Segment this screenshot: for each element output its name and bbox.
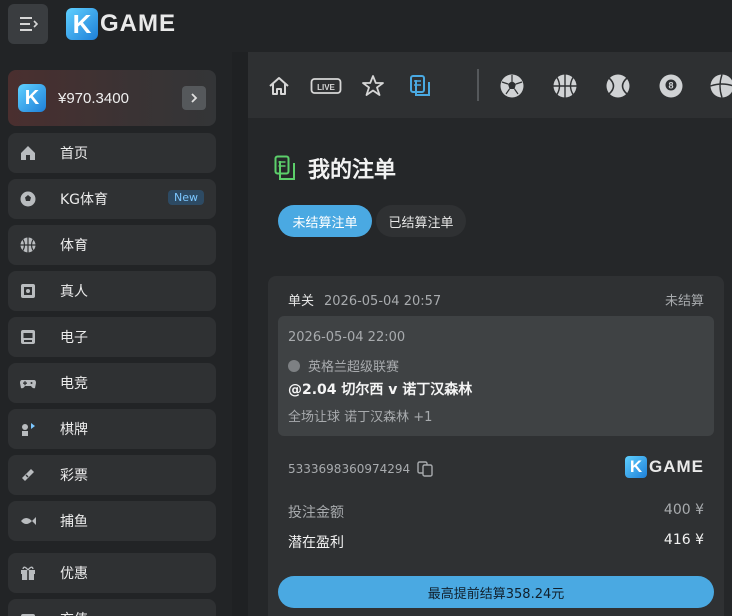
menu-button[interactable] (8, 4, 48, 44)
sidebar-item-label: 优惠 (60, 566, 88, 582)
fish-icon (18, 511, 38, 531)
page-title-row: 我的注单 (274, 152, 396, 184)
tab-settled-bets[interactable]: 已结算注单 (376, 205, 466, 237)
bet-selection: 全场让球 诺丁汉森林 +1 (288, 410, 433, 425)
bet-id: 5333698360974294 (288, 462, 411, 476)
deposit-icon (18, 609, 38, 616)
new-badge: New (168, 190, 204, 205)
soccer-icon[interactable] (498, 72, 526, 100)
balance-amount: ¥970.3400 (58, 89, 129, 107)
profit-label: 潜在盈利 (288, 535, 344, 551)
home-icon (18, 143, 38, 163)
betslip-icon (274, 155, 295, 180)
live-icon[interactable]: LIVE (310, 72, 342, 100)
balance-arrow-button[interactable] (182, 86, 206, 110)
kgame-logo[interactable]: K GAME (66, 8, 176, 40)
sidebar-item-promotions[interactable]: 优惠 (8, 553, 216, 593)
sidebar: K ¥970.3400 首页 KG体育 New 体育 真人 电子 电竞 棋牌 彩… (0, 52, 232, 616)
main-content: LIVE 8 我的注单 未结算注单 已结算注单 单关 2026-05-04 20… (248, 52, 732, 616)
tab-unsettled-bets[interactable]: 未结算注单 (278, 205, 372, 237)
sidebar-item-fishing[interactable]: 捕鱼 (8, 501, 216, 541)
profit-row: 潜在盈利 416 ¥ (288, 532, 704, 552)
cashout-button[interactable]: 最高提前结算358.24元 (278, 576, 714, 608)
soccer-icon (18, 189, 38, 209)
star-icon[interactable] (359, 72, 387, 100)
sport-nav-bar: LIVE 8 (248, 52, 732, 118)
sidebar-item-label: KG体育 (60, 192, 109, 208)
betslip-icon[interactable] (406, 72, 434, 100)
sidebar-item-home[interactable]: 首页 (8, 133, 216, 173)
sidebar-item-label: 电子 (60, 330, 88, 346)
logo-mark: K (66, 8, 98, 40)
logo-text: GAME (649, 457, 704, 476)
sidebar-item-slots[interactable]: 电子 (8, 317, 216, 357)
bet-header: 单关 2026-05-04 20:57 (288, 290, 441, 309)
page-title: 我的注单 (308, 158, 397, 183)
stake-value: 400 ¥ (663, 502, 704, 518)
bet-id-row: 5333698360974294 (288, 460, 434, 478)
gift-icon (18, 563, 38, 583)
soccer-icon (288, 359, 300, 372)
sidebar-item-label: 电竞 (60, 376, 88, 392)
bet-card: 单关 2026-05-04 20:57 未结算 2026-05-04 22:00 … (268, 276, 724, 616)
hamburger-menu-icon (20, 17, 38, 31)
billiards-icon[interactable]: 8 (657, 72, 685, 100)
bet-placed-time: 2026-05-04 20:57 (324, 294, 442, 309)
sidebar-item-label: 彩票 (60, 468, 88, 484)
gamepad-icon (18, 373, 38, 393)
sidebar-item-deposit[interactable]: 充值 (8, 599, 216, 616)
sidebar-item-label: 体育 (60, 238, 88, 254)
balance-card[interactable]: K ¥970.3400 (8, 70, 216, 126)
sidebar-item-label: 棋牌 (60, 422, 88, 438)
basketball-icon[interactable] (551, 72, 579, 100)
slot-machine-icon (18, 327, 38, 347)
league-row: 英格兰超级联赛 (288, 356, 399, 375)
sidebar-item-esports[interactable]: 电竞 (8, 363, 216, 403)
balance-logo: K (18, 84, 46, 112)
sidebar-item-lottery[interactable]: 彩票 (8, 455, 216, 495)
top-bar: K GAME (0, 0, 732, 52)
volleyball-icon[interactable] (708, 72, 732, 100)
lottery-icon (18, 465, 38, 485)
sidebar-item-label: 真人 (60, 284, 88, 300)
sidebar-item-label: 捕鱼 (60, 514, 88, 530)
cards-icon (18, 281, 38, 301)
sport-bar-divider (477, 69, 479, 101)
svg-text:8: 8 (668, 81, 673, 91)
sidebar-item-label: 首页 (60, 146, 88, 162)
home-icon[interactable] (265, 72, 293, 100)
bet-status: 未结算 (664, 294, 704, 309)
sidebar-item-label: 充值 (60, 609, 88, 616)
basketball-icon (18, 235, 38, 255)
bet-type: 单关 (288, 294, 315, 309)
match-name: @2.04 切尔西 v 诺丁汉森林 (288, 382, 473, 398)
chevron-right-icon (191, 93, 198, 103)
copy-icon[interactable] (416, 460, 434, 478)
profit-value: 416 ¥ (663, 532, 704, 548)
event-time: 2026-05-04 22:00 (288, 330, 406, 345)
stake-label: 投注金额 (288, 505, 344, 521)
logo-mark: K (625, 456, 647, 478)
tennis-icon[interactable] (604, 72, 632, 100)
live-label: LIVE (317, 83, 335, 92)
league-name: 英格兰超级联赛 (308, 360, 400, 375)
bet-selection-box: 2026-05-04 22:00 英格兰超级联赛 @2.04 切尔西 v 诺丁汉… (278, 316, 714, 436)
sidebar-item-board-games[interactable]: 棋牌 (8, 409, 216, 449)
stake-row: 投注金额 400 ¥ (288, 502, 704, 522)
sidebar-item-live-casino[interactable]: 真人 (8, 271, 216, 311)
logo-text: GAME (100, 10, 176, 37)
sidebar-item-sports[interactable]: 体育 (8, 225, 216, 265)
chess-icon (18, 419, 38, 439)
card-kgame-logo: K GAME (625, 456, 704, 478)
sidebar-item-kg-sports[interactable]: KG体育 New (8, 179, 216, 219)
